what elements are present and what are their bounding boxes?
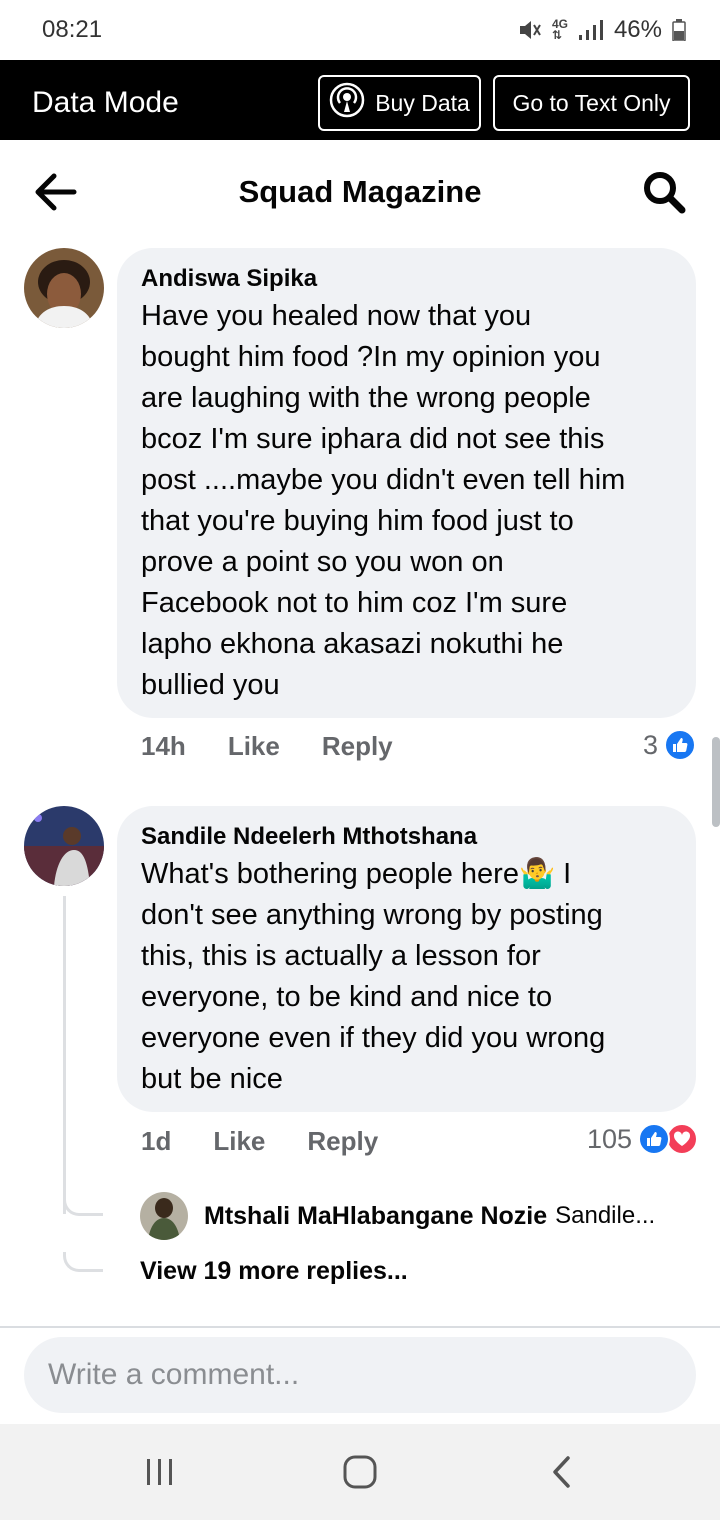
reply-preview[interactable]: Mtshali MaHlabangane Nozie Sandile... — [140, 1192, 655, 1240]
like-reaction-icon — [664, 729, 696, 761]
signal-icon — [578, 19, 604, 41]
network-4g-icon: 4G ⇅ — [551, 17, 568, 42]
scrollbar-thumb[interactable] — [712, 737, 720, 827]
comment-input[interactable] — [24, 1337, 696, 1413]
comment-meta: 1d Like Reply — [141, 1126, 420, 1157]
thread-connector — [63, 1196, 103, 1216]
reaction-summary[interactable]: 105 — [587, 1123, 698, 1155]
avatar[interactable] — [24, 248, 104, 328]
status-icons: 4G ⇅ 46% — [518, 16, 686, 44]
comment-meta: 14h Like Reply — [141, 731, 435, 762]
comment-text: What's bothering people here🤷‍♂️ I don't… — [141, 858, 606, 1095]
reaction-count: 3 — [642, 729, 658, 760]
thread-connector — [63, 1252, 103, 1272]
like-reaction-icon — [638, 1123, 670, 1155]
love-reaction-icon — [666, 1123, 698, 1155]
reply-button[interactable]: Reply — [322, 731, 393, 762]
broadcast-icon — [329, 82, 365, 124]
comment-author[interactable]: Andiswa Sipika — [141, 262, 672, 296]
status-time: 08:21 — [42, 16, 103, 43]
text-only-button[interactable]: Go to Text Only — [493, 75, 690, 131]
thread-line — [63, 896, 66, 1214]
reaction-summary[interactable]: 3 — [643, 729, 696, 761]
avatar — [140, 1192, 188, 1240]
like-button[interactable]: Like — [213, 1126, 265, 1157]
like-button[interactable]: Like — [228, 731, 280, 762]
divider — [0, 1326, 720, 1328]
recent-apps-icon[interactable] — [136, 1448, 184, 1496]
data-mode-label: Data Mode — [32, 86, 179, 119]
reply-author: Mtshali MaHlabangane Nozie — [204, 1201, 548, 1230]
system-nav-bar — [0, 1424, 720, 1520]
comment-composer[interactable] — [24, 1337, 696, 1413]
avatar[interactable] — [24, 806, 104, 886]
status-bar: 08:21 4G ⇅ 46% — [0, 0, 720, 60]
buy-data-label: Buy Data — [375, 89, 470, 116]
comment-bubble: Sandile Ndeelerh Mthotshana What's bothe… — [117, 806, 696, 1112]
page-header: Squad Magazine — [0, 140, 720, 244]
home-icon[interactable] — [336, 1448, 384, 1496]
mute-icon — [518, 19, 542, 41]
battery-percent: 46% — [613, 16, 662, 43]
buy-data-button[interactable]: Buy Data — [318, 75, 481, 131]
comment-bubble: Andiswa Sipika Have you healed now that … — [117, 248, 696, 718]
reply-snippet: Sandile... — [555, 1202, 656, 1229]
comment-text: Have you healed now that you bought him … — [141, 300, 626, 701]
search-icon[interactable] — [640, 168, 688, 216]
view-more-replies-link[interactable]: View 19 more replies... — [140, 1257, 408, 1286]
comment-time: 14h — [141, 731, 186, 761]
reply-button[interactable]: Reply — [307, 1126, 378, 1157]
comment-time: 1d — [141, 1126, 172, 1156]
comment-author[interactable]: Sandile Ndeelerh Mthotshana — [141, 820, 672, 854]
reaction-count: 105 — [586, 1123, 632, 1154]
back-nav-icon[interactable] — [538, 1448, 586, 1496]
battery-icon — [672, 19, 686, 41]
page-title: Squad Magazine — [238, 174, 482, 209]
